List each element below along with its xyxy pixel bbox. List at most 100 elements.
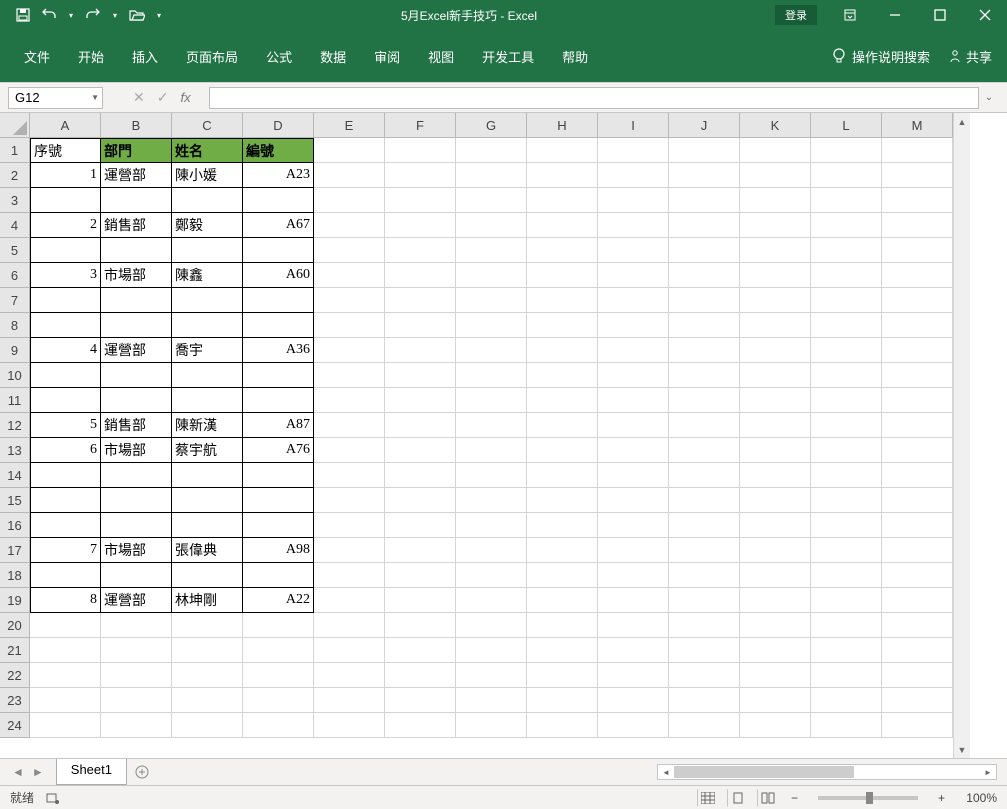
cell[interactable] — [882, 463, 953, 488]
row-header[interactable]: 13 — [0, 438, 30, 463]
cell[interactable] — [243, 513, 314, 538]
cell[interactable] — [456, 138, 527, 163]
cell[interactable] — [598, 413, 669, 438]
column-header[interactable]: M — [882, 113, 953, 138]
cell[interactable] — [740, 488, 811, 513]
cell[interactable] — [101, 288, 172, 313]
cell[interactable] — [172, 563, 243, 588]
cell[interactable]: A76 — [243, 438, 314, 463]
redo-dropdown-icon[interactable]: ▾ — [111, 7, 119, 23]
cell[interactable] — [385, 513, 456, 538]
row-header[interactable]: 23 — [0, 688, 30, 713]
cell[interactable] — [172, 313, 243, 338]
cell[interactable] — [314, 388, 385, 413]
cell[interactable] — [669, 313, 740, 338]
cell[interactable] — [172, 488, 243, 513]
cell[interactable] — [669, 388, 740, 413]
cell[interactable] — [527, 263, 598, 288]
name-box-dropdown-icon[interactable]: ▼ — [91, 93, 99, 102]
cell[interactable] — [811, 663, 882, 688]
cell[interactable] — [669, 563, 740, 588]
cell[interactable] — [101, 638, 172, 663]
cell[interactable] — [811, 338, 882, 363]
cell[interactable] — [740, 163, 811, 188]
cell[interactable]: 陳小媛 — [172, 163, 243, 188]
cell[interactable] — [740, 263, 811, 288]
cell[interactable] — [385, 713, 456, 738]
cell[interactable] — [882, 563, 953, 588]
cell[interactable] — [669, 138, 740, 163]
cell[interactable] — [740, 213, 811, 238]
cell[interactable] — [385, 538, 456, 563]
row-header[interactable]: 16 — [0, 513, 30, 538]
cell[interactable] — [101, 238, 172, 263]
cell[interactable] — [527, 313, 598, 338]
tab-developer[interactable]: 开发工具 — [468, 41, 548, 72]
cell[interactable] — [527, 363, 598, 388]
cell[interactable] — [314, 588, 385, 613]
cell[interactable] — [527, 338, 598, 363]
cell[interactable] — [101, 388, 172, 413]
tab-help[interactable]: 帮助 — [548, 41, 602, 72]
cell[interactable] — [811, 513, 882, 538]
cell[interactable] — [811, 388, 882, 413]
cell[interactable] — [314, 663, 385, 688]
redo-icon[interactable] — [85, 7, 101, 23]
cell[interactable] — [385, 313, 456, 338]
cell[interactable] — [314, 463, 385, 488]
cell[interactable] — [101, 513, 172, 538]
cell[interactable] — [669, 663, 740, 688]
cell[interactable] — [243, 463, 314, 488]
cell[interactable] — [243, 363, 314, 388]
cell[interactable] — [385, 563, 456, 588]
cell[interactable] — [456, 638, 527, 663]
cell[interactable] — [314, 338, 385, 363]
cell[interactable] — [243, 638, 314, 663]
tab-file[interactable]: 文件 — [10, 41, 64, 72]
row-header[interactable]: 12 — [0, 413, 30, 438]
cell[interactable] — [172, 288, 243, 313]
cell[interactable] — [385, 438, 456, 463]
cell[interactable] — [172, 238, 243, 263]
cell[interactable] — [314, 138, 385, 163]
row-header[interactable]: 14 — [0, 463, 30, 488]
fx-icon[interactable]: fx — [180, 90, 190, 105]
cell[interactable] — [669, 463, 740, 488]
cell[interactable]: 銷售部 — [101, 413, 172, 438]
select-all-corner[interactable] — [0, 113, 30, 138]
row-header[interactable]: 2 — [0, 163, 30, 188]
cell[interactable] — [811, 713, 882, 738]
cell[interactable] — [882, 363, 953, 388]
cell[interactable] — [811, 213, 882, 238]
cell[interactable] — [811, 263, 882, 288]
cell[interactable] — [385, 588, 456, 613]
sheet-nav-prev-icon[interactable]: ◄ — [12, 765, 24, 779]
cell[interactable] — [456, 713, 527, 738]
cell[interactable] — [243, 713, 314, 738]
cell[interactable] — [882, 263, 953, 288]
cell[interactable] — [456, 538, 527, 563]
cell[interactable] — [527, 513, 598, 538]
cell[interactable]: 1 — [30, 163, 101, 188]
tab-home[interactable]: 开始 — [64, 41, 118, 72]
cell[interactable] — [527, 438, 598, 463]
cell[interactable] — [456, 163, 527, 188]
cell[interactable] — [669, 613, 740, 638]
row-header[interactable]: 17 — [0, 538, 30, 563]
cell[interactable] — [598, 363, 669, 388]
cell[interactable] — [527, 688, 598, 713]
cell[interactable] — [669, 488, 740, 513]
cell[interactable] — [385, 363, 456, 388]
scroll-down-icon[interactable]: ▼ — [954, 741, 970, 758]
cell[interactable] — [882, 188, 953, 213]
cell[interactable]: 運營部 — [101, 588, 172, 613]
row-header[interactable]: 11 — [0, 388, 30, 413]
row-header[interactable]: 4 — [0, 213, 30, 238]
cell[interactable] — [243, 188, 314, 213]
cell[interactable] — [456, 188, 527, 213]
horizontal-scrollbar[interactable]: ◄ ► — [657, 764, 997, 780]
cell[interactable] — [385, 338, 456, 363]
cell[interactable] — [882, 338, 953, 363]
column-header[interactable]: L — [811, 113, 882, 138]
cell[interactable] — [740, 413, 811, 438]
